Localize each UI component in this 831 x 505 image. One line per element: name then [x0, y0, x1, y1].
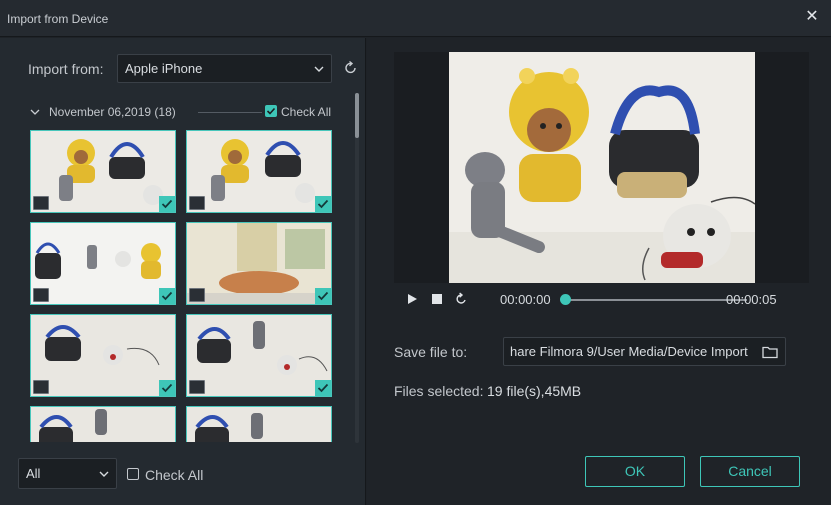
ok-button[interactable]: OK — [585, 456, 685, 487]
title-bar: Import from Device ✕ — [0, 0, 831, 37]
check-all-checkbox[interactable] — [127, 468, 139, 480]
image-icon — [33, 380, 49, 394]
thumbnail-image — [187, 131, 331, 212]
video-icon — [33, 196, 49, 210]
check-icon — [266, 107, 276, 115]
right-panel: 00:00:00 00:00:05 Save file to: hare Fil… — [367, 38, 831, 505]
image-icon — [189, 196, 205, 210]
media-thumbnail[interactable] — [30, 406, 176, 442]
save-path-field[interactable]: hare Filmora 9/User Media/Device Import — [503, 337, 786, 366]
scrollbar-track[interactable] — [355, 93, 359, 443]
check-icon — [317, 383, 329, 393]
save-path-value: hare Filmora 9/User Media/Device Import — [510, 344, 748, 359]
thumbnail-image — [187, 223, 331, 304]
check-icon — [161, 291, 173, 301]
thumbnail-checkbox[interactable] — [315, 196, 331, 212]
timeline-track[interactable] — [565, 299, 747, 301]
video-icon — [33, 288, 49, 302]
media-thumbnail[interactable] — [186, 222, 332, 305]
media-thumbnail[interactable] — [30, 314, 176, 397]
collapse-chevron-icon[interactable] — [30, 107, 40, 117]
video-icon — [189, 380, 205, 394]
replay-icon[interactable] — [454, 292, 468, 306]
filter-select[interactable]: All — [18, 458, 117, 489]
group-check-all-label: Check All — [281, 105, 332, 119]
total-time: 00:00:05 — [726, 292, 777, 307]
divider — [198, 112, 262, 113]
check-icon — [161, 199, 173, 209]
playback-controls: 00:00:00 00:00:05 — [394, 290, 814, 310]
files-selected-value: 19 file(s),45MB — [487, 383, 582, 399]
thumbnail-image — [31, 315, 175, 396]
import-from-label: Import from: — [28, 61, 104, 77]
preview-player — [394, 52, 809, 283]
date-group-header: November 06,2019 (18) Check All — [30, 104, 335, 120]
media-thumbnail[interactable] — [186, 130, 332, 213]
close-icon[interactable]: ✕ — [803, 8, 821, 26]
image-icon — [189, 288, 205, 302]
media-thumbnail[interactable] — [186, 314, 332, 397]
thumbnail-image — [187, 407, 331, 442]
device-select-value: Apple iPhone — [125, 61, 203, 76]
check-icon — [161, 383, 173, 393]
timeline-scrubber[interactable] — [560, 294, 571, 305]
current-time: 00:00:00 — [500, 292, 551, 307]
media-thumbnail[interactable] — [30, 130, 176, 213]
group-check-all-checkbox[interactable] — [265, 105, 277, 117]
thumbnail-image — [31, 407, 175, 442]
cancel-button[interactable]: Cancel — [700, 456, 800, 487]
thumbnail-checkbox[interactable] — [159, 196, 175, 212]
thumbnail-grid — [30, 130, 335, 442]
preview-image — [449, 52, 755, 283]
date-group-label: November 06,2019 (18) — [49, 105, 176, 119]
window-title: Import from Device — [7, 12, 109, 26]
stop-icon[interactable] — [430, 292, 444, 306]
check-icon — [317, 199, 329, 209]
files-selected-label: Files selected: — [394, 383, 484, 399]
chevron-down-icon — [314, 66, 324, 72]
device-select[interactable]: Apple iPhone — [117, 54, 332, 83]
thumbnail-checkbox[interactable] — [159, 288, 175, 304]
play-icon[interactable] — [405, 292, 419, 306]
save-file-label: Save file to: — [394, 344, 468, 360]
refresh-icon[interactable] — [343, 60, 359, 76]
chevron-down-icon — [99, 471, 109, 477]
filter-select-value: All — [26, 466, 41, 481]
thumbnail-checkbox[interactable] — [315, 288, 331, 304]
scrollbar-thumb[interactable] — [355, 93, 359, 138]
thumbnail-image — [31, 223, 175, 304]
folder-icon[interactable] — [762, 345, 778, 359]
media-thumbnail[interactable] — [186, 406, 332, 442]
left-panel: Import from: Apple iPhone November 06,20… — [0, 38, 366, 505]
thumbnail-image — [31, 131, 175, 212]
check-icon — [317, 291, 329, 301]
thumbnail-image — [187, 315, 331, 396]
thumbnail-checkbox[interactable] — [159, 380, 175, 396]
check-all-label: Check All — [145, 467, 204, 483]
media-thumbnail[interactable] — [30, 222, 176, 305]
thumbnail-checkbox[interactable] — [315, 380, 331, 396]
